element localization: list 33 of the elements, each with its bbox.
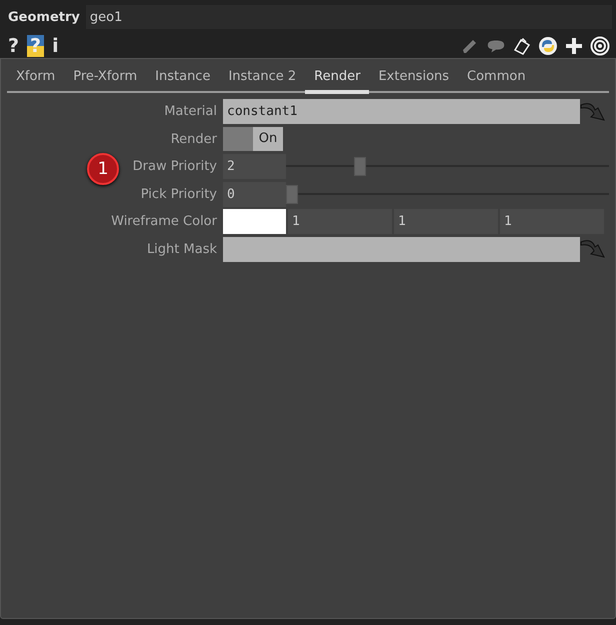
tab[interactable]: Instance <box>146 69 220 94</box>
number-field[interactable]: 0 <box>223 182 286 207</box>
tab[interactable]: Extensions <box>369 69 458 94</box>
reference-field[interactable] <box>223 236 580 262</box>
target-icon[interactable] <box>590 36 610 56</box>
tab[interactable]: Render <box>305 69 370 94</box>
tab[interactable]: Instance 2 <box>219 69 306 94</box>
tab[interactable]: Pre-Xform <box>64 69 146 94</box>
number-field[interactable]: 1 <box>394 209 498 234</box>
parameter-label: Draw Priority <box>132 159 217 174</box>
parameter-label: Wireframe Color <box>111 214 217 230</box>
slider-handle[interactable] <box>354 157 366 176</box>
parameter-label: Material <box>164 104 217 120</box>
parameter-label: Light Mask <box>146 242 217 257</box>
tab[interactable]: Common <box>458 69 535 94</box>
parameter-label: Pick Priority <box>140 186 217 202</box>
name-field[interactable]: geo1 <box>86 5 612 29</box>
slider-handle[interactable] <box>286 184 298 204</box>
color-swatch[interactable] <box>223 209 286 234</box>
operator-type: Geometry <box>8 10 80 24</box>
number-field[interactable]: 2 <box>223 154 286 180</box>
render-toggle[interactable]: On <box>223 127 283 152</box>
tab[interactable]: Xform <box>7 69 64 94</box>
parameter-label: Render <box>170 132 217 147</box>
help-button[interactable]: ? <box>8 35 20 57</box>
info-button[interactable]: i <box>52 35 59 57</box>
clipboard-icon[interactable] <box>512 36 532 56</box>
python-icon[interactable] <box>538 36 558 56</box>
number-field[interactable]: 1 <box>500 209 604 234</box>
plus-icon[interactable] <box>564 36 584 56</box>
reference-field[interactable]: constant1 <box>223 99 580 124</box>
callout-badge: 1 <box>87 153 119 186</box>
number-field[interactable]: 1 <box>288 209 392 234</box>
